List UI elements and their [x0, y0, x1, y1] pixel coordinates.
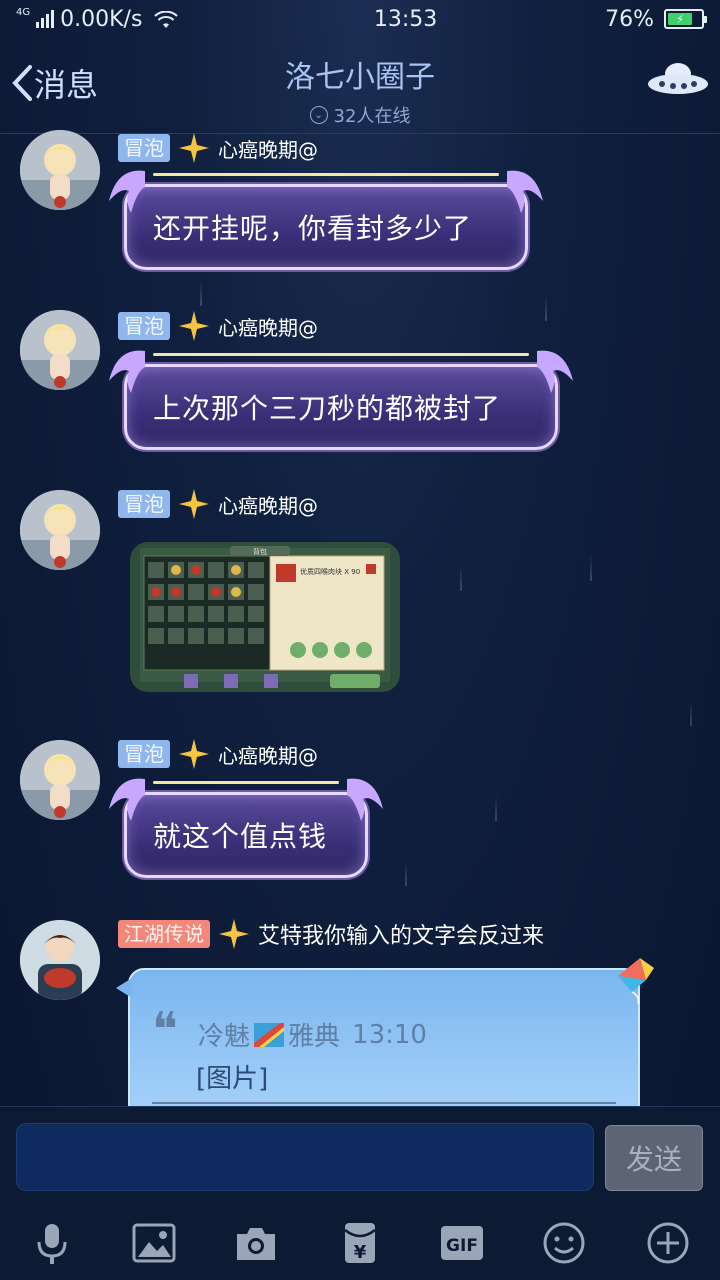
signal-icon [36, 10, 55, 28]
avatar[interactable] [20, 920, 100, 1000]
gif-label: GIF [446, 1236, 478, 1256]
chat-screen: 4G 0.00K/s 13:53 76% ⚡ 消息 洛七小圈子 ⌄ 32人在线 [0, 0, 720, 1280]
plus-icon[interactable] [644, 1219, 692, 1267]
message-text: 还开挂呢，你看封多少了 [153, 212, 473, 245]
message-input[interactable] [16, 1123, 594, 1191]
quote-author: 冷魅 [198, 1022, 251, 1052]
rain-decoration [495, 795, 497, 821]
avatar[interactable] [20, 130, 100, 210]
ufo-icon[interactable] [646, 60, 710, 100]
message-bubble[interactable]: 上次那个三刀秒的都被封了 [109, 350, 573, 450]
quote-icon: ❝ [152, 1002, 178, 1058]
divider [152, 1102, 616, 1104]
wing-decoration [507, 170, 543, 213]
member-badge: 冒泡 [118, 312, 170, 340]
rain-decoration [690, 700, 692, 726]
camera-icon[interactable] [232, 1219, 280, 1267]
member-badge: 冒泡 [118, 490, 170, 518]
quote-time: 13:10 [352, 1019, 427, 1050]
quote-author-suffix: 雅典 [288, 1022, 341, 1052]
message-bubble[interactable]: 还开挂呢，你看封多少了 [109, 170, 543, 270]
avatar[interactable] [20, 310, 100, 390]
star-icon [179, 133, 209, 163]
member-badge: 冒泡 [118, 740, 170, 768]
star-icon [219, 919, 249, 949]
sender-name[interactable]: 心癌晚期@ [218, 134, 318, 163]
wing-decoration [109, 778, 145, 821]
network-type: 4G [16, 7, 31, 18]
rain-decoration [460, 565, 462, 591]
sender-name[interactable]: 艾特我你输入的文字会反过来 [258, 918, 544, 950]
online-count[interactable]: ⌄ 32人在线 [0, 102, 720, 128]
emoji-icon[interactable] [540, 1219, 588, 1267]
image-icon[interactable] [130, 1219, 178, 1267]
kite-icon [618, 958, 654, 1005]
message-text: 上次那个三刀秒的都被封了 [153, 392, 502, 425]
wing-decoration [537, 350, 573, 393]
chat-title[interactable]: 洛七小圈子 [0, 52, 720, 96]
wing-decoration [347, 778, 383, 821]
star-icon [179, 311, 209, 341]
item-name: 优质四喉肉块 X 90 [300, 567, 360, 576]
star-icon [179, 489, 209, 519]
sender-name[interactable]: 心癌晚期@ [218, 312, 318, 341]
clock: 13:53 [373, 6, 438, 32]
sender-name[interactable]: 心癌晚期@ [218, 740, 318, 769]
message-bubble[interactable]: 就这个值点钱 [109, 778, 383, 878]
status-bar: 4G 0.00K/s 13:53 76% ⚡ [0, 0, 720, 38]
message-meta: 江湖传说 艾特我你输入的文字会反过来 [118, 918, 544, 950]
svg-text:¥: ¥ [354, 1242, 367, 1263]
rain-decoration [545, 295, 547, 321]
input-bar: 发送 ¥ GIF [0, 1106, 720, 1280]
image-message[interactable]: 优质四喉肉块 X 90 背包 [130, 542, 400, 692]
gif-icon[interactable]: GIF [438, 1219, 486, 1267]
online-count-label: 32人在线 [333, 106, 411, 127]
star-icon [179, 739, 209, 769]
send-button[interactable]: 发送 [605, 1125, 703, 1191]
microphone-icon[interactable] [28, 1219, 76, 1267]
red-packet-icon[interactable]: ¥ [336, 1219, 384, 1267]
image-title: 背包 [253, 547, 267, 556]
quote-text: [图片] [196, 1064, 269, 1094]
network-speed: 0.00K/s [60, 6, 143, 32]
member-badge: 冒泡 [118, 134, 170, 162]
battery-percent: 76% [605, 6, 654, 32]
wing-decoration [109, 170, 145, 213]
rain-decoration [200, 280, 202, 306]
flag-emoji-icon [254, 1022, 285, 1047]
message-text: 就这个值点钱 [153, 820, 328, 853]
avatar[interactable] [20, 740, 100, 820]
chevron-down-icon: ⌄ [309, 106, 328, 124]
message-bubble[interactable]: ❝ 冷魅 雅典 13:10 [图片] [116, 968, 640, 1128]
avatar[interactable] [20, 490, 100, 570]
rain-decoration [590, 555, 592, 581]
chat-header: 消息 洛七小圈子 ⌄ 32人在线 [0, 38, 720, 134]
rank-badge: 江湖传说 [118, 920, 210, 948]
battery-icon: ⚡ [664, 9, 707, 29]
wing-decoration [109, 350, 145, 393]
sender-name[interactable]: 心癌晚期@ [218, 490, 318, 519]
wifi-icon [154, 10, 179, 28]
rain-decoration [405, 860, 407, 886]
